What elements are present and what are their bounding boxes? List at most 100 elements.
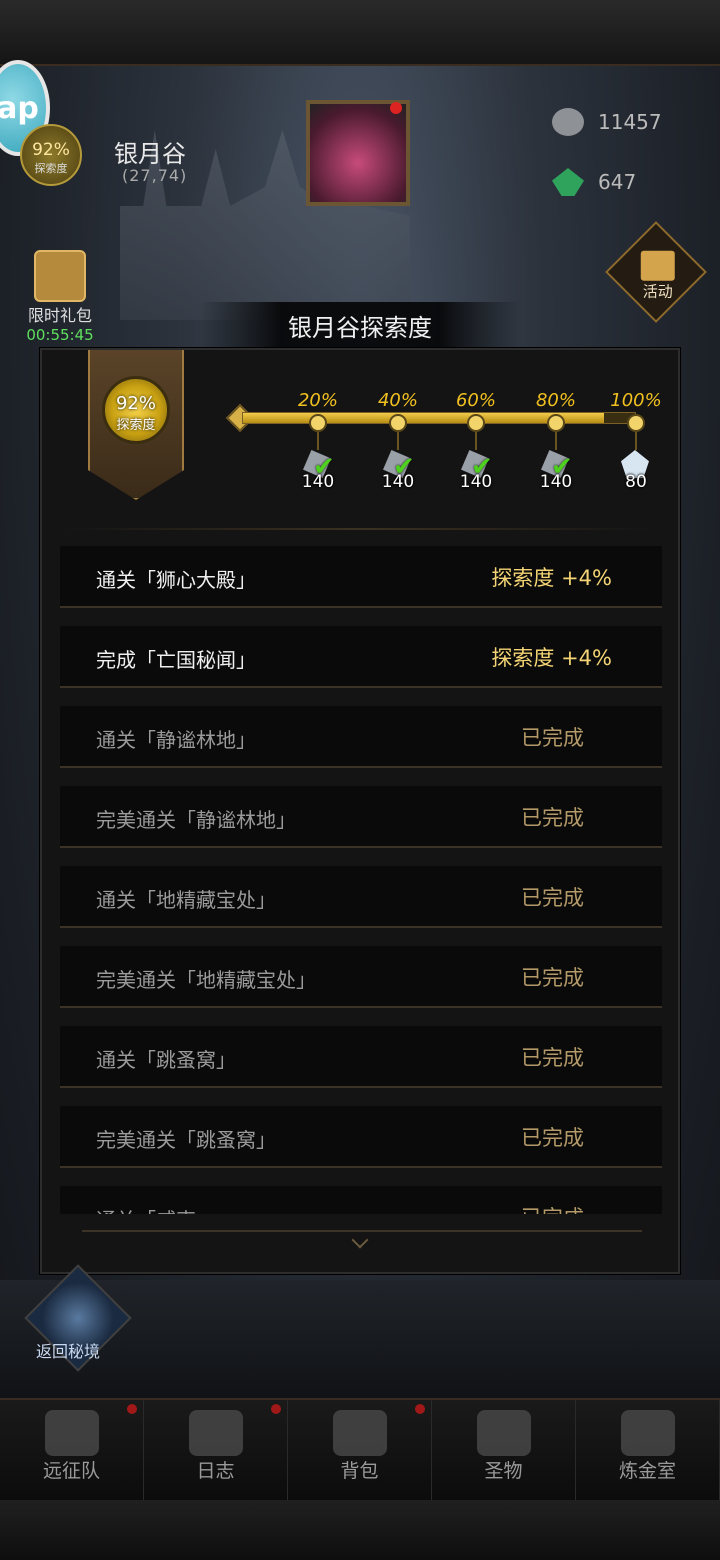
milestone[interactable]: 20% ✔ 140: [278, 390, 358, 492]
helmet-icon: [44, 1410, 99, 1456]
scroll-icon: [188, 1410, 243, 1456]
badge-percent: 92%: [115, 393, 156, 414]
nav-label: 远征队: [42, 1460, 100, 1482]
milestone-node: [547, 414, 565, 432]
task-status: 已完成: [521, 966, 584, 990]
gift-label: 限时礼包: [27, 306, 92, 325]
milestone-reward[interactable]: ✔ 140: [453, 450, 499, 492]
compass-badge: 92% 探索度: [96, 370, 176, 450]
resource-gem[interactable]: 647: [552, 164, 682, 204]
task-name: 完美通关「跳蚤窝」: [96, 1128, 276, 1152]
task-name: 通关「静谧林地」: [96, 728, 256, 752]
task-row[interactable]: 通关「跳蚤窝」 已完成: [60, 1026, 662, 1088]
task-status: 已完成: [521, 1126, 584, 1150]
milestone-node: [309, 414, 327, 432]
task-row[interactable]: 通关「地精藏宝处」 已完成: [60, 866, 662, 928]
nav-label: 炼金室: [618, 1460, 676, 1482]
task-row[interactable]: 完美通关「地精藏宝处」 已完成: [60, 946, 662, 1008]
milestone-node: [467, 414, 485, 432]
milestone-stem: [635, 432, 637, 450]
task-status: 探索度 +4%: [491, 646, 612, 670]
nav-item[interactable]: 背包: [288, 1400, 432, 1500]
nav-item[interactable]: 圣物: [432, 1400, 576, 1500]
milestone-stem: [317, 432, 319, 450]
reward-count: 140: [301, 472, 335, 492]
task-row[interactable]: 完美通关「静谧林地」 已完成: [60, 786, 662, 848]
explore-badge[interactable]: 92% 探索度: [20, 124, 82, 186]
nav-item[interactable]: 日志: [144, 1400, 288, 1500]
limited-gift-button[interactable]: 限时礼包 00:55:45: [20, 250, 100, 344]
task-name: 完成「亡国秘闻」: [96, 648, 256, 672]
milestone-label: 60%: [455, 390, 496, 411]
task-name: 完美通关「地精藏宝处」: [96, 968, 316, 992]
resource-stone[interactable]: 11457: [552, 104, 682, 144]
gem-icon: [552, 168, 584, 196]
milestone[interactable]: 60% ✔ 140: [436, 390, 516, 492]
milestone[interactable]: 40% ✔ 140: [358, 390, 438, 492]
milestone[interactable]: 80% ✔ 140: [516, 390, 596, 492]
task-list[interactable]: 通关「狮心大殿」 探索度 +4% 完成「亡国秘闻」 探索度 +4% 通关「静谧林地」 已完…: [60, 546, 662, 1214]
portal-label[interactable]: 返回秘境: [36, 1338, 100, 1362]
gem-value: 647: [598, 170, 637, 194]
scroll-down-icon: [351, 1231, 369, 1249]
task-row[interactable]: 通关「静谧林地」 已完成: [60, 706, 662, 768]
milestone-reward[interactable]: ✔ 140: [533, 450, 579, 492]
stone-icon: [552, 108, 584, 136]
hero-portrait[interactable]: [306, 100, 410, 206]
task-status: 探索度 +4%: [491, 566, 612, 590]
milestone-label: 80%: [535, 390, 576, 411]
task-row[interactable]: 完成「亡国秘闻」 探索度 +4%: [60, 626, 662, 688]
task-row[interactable]: 通关「狮心大殿」 探索度 +4%: [60, 546, 662, 608]
task-status: 已完成: [521, 886, 584, 910]
milestone-reward[interactable]: ✔ 140: [375, 450, 421, 492]
milestone[interactable]: 100% 80: [596, 390, 676, 492]
notification-dot: [127, 1404, 137, 1414]
milestone-reward[interactable]: ✔ 140: [295, 450, 341, 492]
task-row[interactable]: 完美通关「跳蚤窝」 已完成: [60, 1106, 662, 1168]
notification-dot: [390, 102, 402, 114]
list-bottom-divider: [82, 1230, 642, 1232]
explore-percent: 92%: [32, 140, 70, 160]
notification-dot: [271, 1404, 281, 1414]
task-status: 已完成: [521, 1046, 584, 1070]
nav-item[interactable]: 炼金室: [576, 1400, 720, 1500]
backpack-icon: [332, 1410, 387, 1456]
badge-label: 探索度: [116, 418, 156, 433]
milestone-node: [389, 414, 407, 432]
reward-count: 140: [539, 472, 573, 492]
nav-label: 日志: [196, 1460, 235, 1482]
reward-count: 80: [625, 472, 647, 492]
task-status: 已完成: [521, 726, 584, 750]
explore-label: 探索度: [34, 162, 68, 175]
torch-icon: [476, 1410, 531, 1456]
task-name: 完美通关「静谧林地」: [96, 808, 296, 832]
badge-circle: 92% 探索度: [102, 376, 170, 444]
gift-box-icon: [640, 250, 675, 281]
alchemy-icon: [620, 1410, 675, 1456]
activity-label: 活动: [642, 282, 673, 301]
popup-title-bar: 银月谷探索度: [200, 302, 520, 352]
task-row[interactable]: 通关「威克 已完成: [60, 1186, 662, 1214]
milestone-stem: [397, 432, 399, 450]
milestone-node: [627, 414, 645, 432]
task-status: 已完成: [521, 1202, 584, 1214]
stone-value: 11457: [598, 110, 662, 134]
region-coord: (27,74): [122, 166, 188, 185]
reward-count: 140: [459, 472, 493, 492]
gift-timer: 00:55:45: [26, 326, 94, 344]
divider: [60, 528, 660, 530]
task-status: 已完成: [521, 806, 584, 830]
milestone-label: 40%: [377, 390, 418, 411]
nav-label: 圣物: [484, 1460, 523, 1482]
task-name: 通关「地精藏宝处」: [96, 888, 276, 912]
milestone-label: 20%: [297, 390, 338, 411]
popup-title: 银月谷探索度: [288, 314, 432, 342]
bottom-frame: [0, 1500, 720, 1560]
milestone-reward[interactable]: 80: [613, 450, 659, 492]
top-frame: [0, 0, 720, 66]
gift-icon: [34, 250, 86, 302]
bottom-nav: 远征队 日志 背包 圣物 炼金室: [0, 1398, 720, 1500]
reward-count: 140: [381, 472, 415, 492]
region-name: 银月谷: [114, 140, 186, 168]
nav-item[interactable]: 远征队: [0, 1400, 144, 1500]
